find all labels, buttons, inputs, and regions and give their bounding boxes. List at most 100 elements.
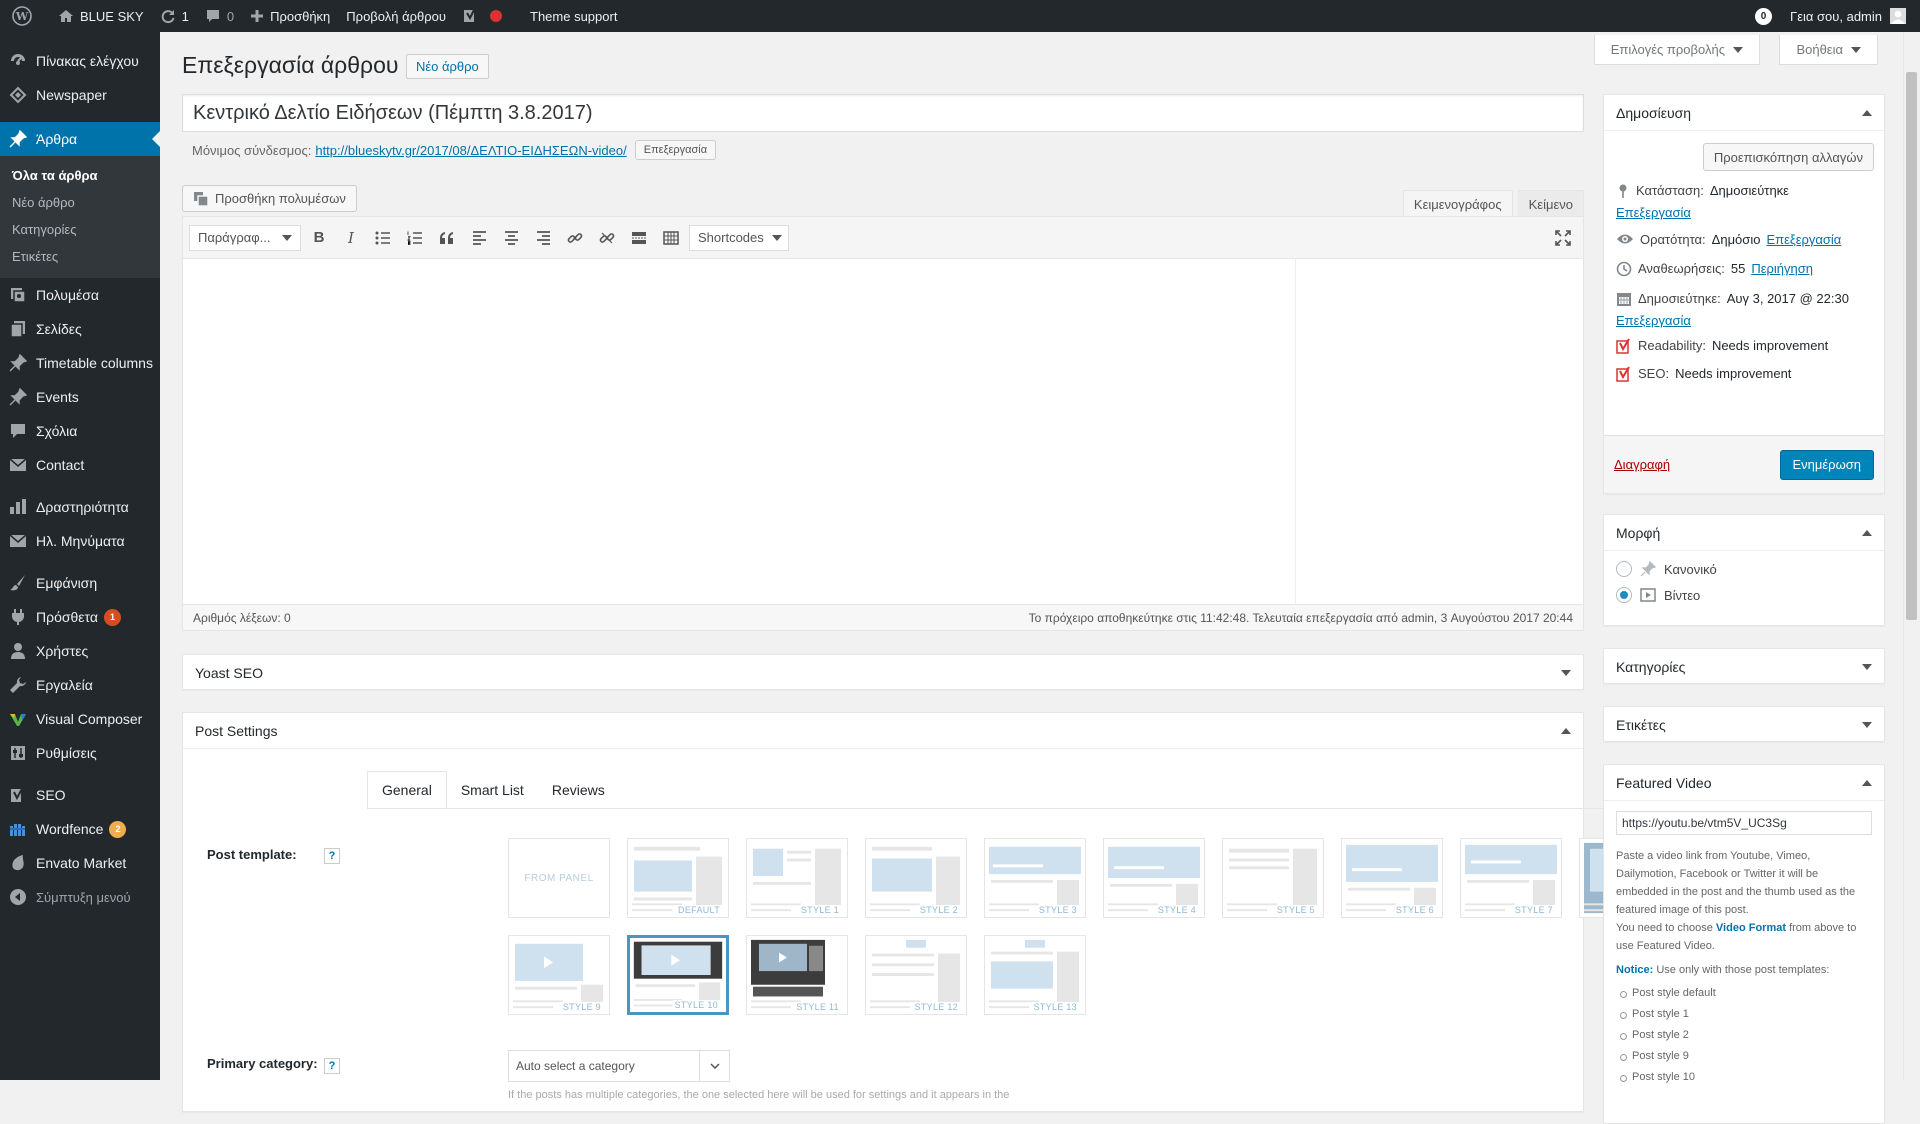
sidebar-item-pages[interactable]: Σελίδες (0, 312, 160, 346)
primary-category-select[interactable]: Auto select a category (508, 1050, 730, 1082)
sidebar-item-emails[interactable]: Ηλ. Μηνύματα (0, 524, 160, 558)
toggle-arrow-icon[interactable] (1862, 664, 1872, 670)
post-template-help-icon[interactable]: ? (324, 848, 340, 864)
format-header[interactable]: Μορφή (1604, 515, 1884, 551)
yoast-seo-header[interactable]: Yoast SEO (183, 655, 1583, 691)
post-template-option[interactable]: STYLE 2 (865, 838, 967, 918)
toggle-arrow-icon[interactable] (1862, 529, 1872, 536)
read-more-button[interactable] (625, 224, 653, 252)
align-right-button[interactable] (529, 224, 557, 252)
preview-changes-button[interactable]: Προεπισκόπηση αλλαγών (1702, 143, 1874, 171)
tab-general[interactable]: General (367, 771, 447, 809)
toggle-arrow-icon[interactable] (1561, 670, 1571, 676)
post-template-option[interactable]: STYLE 7 (1460, 838, 1562, 918)
trash-link[interactable]: Διαγραφή (1614, 457, 1670, 472)
align-left-button[interactable] (465, 224, 493, 252)
add-new-post-button[interactable]: Νέο άρθρο (406, 54, 489, 79)
submenu-tags[interactable]: Ετικέτες (0, 243, 160, 270)
post-template-option[interactable]: STYLE 11 (746, 935, 848, 1015)
notification-badge[interactable]: 0 (1755, 7, 1773, 25)
post-template-option[interactable]: STYLE 10 (627, 935, 729, 1015)
toggle-arrow-icon[interactable] (1862, 722, 1872, 728)
post-template-option[interactable]: STYLE 12 (865, 935, 967, 1015)
publish-header[interactable]: Δημοσίευση (1604, 95, 1884, 131)
sidebar-item-events[interactable]: Events (0, 380, 160, 414)
insert-link-button[interactable] (561, 224, 589, 252)
toggle-arrow-icon[interactable] (1862, 779, 1872, 786)
toggle-arrow-icon[interactable] (1862, 109, 1872, 116)
sidebar-item-appearance[interactable]: Εμφάνιση (0, 566, 160, 600)
featured-video-header[interactable]: Featured Video (1604, 765, 1884, 801)
sidebar-item-envato[interactable]: Envato Market (0, 846, 160, 880)
format-radio-standard[interactable] (1616, 561, 1632, 577)
permalink-url[interactable]: http://blueskytv.gr/2017/08/ΔΕΛΤΙΟ-ΕΙΔΗΣ… (315, 143, 626, 158)
blockquote-button[interactable] (433, 224, 461, 252)
sidebar-item-contact[interactable]: Contact (0, 448, 160, 482)
help-button[interactable]: Βοήθεια (1779, 35, 1878, 65)
update-button[interactable]: Ενημέρωση (1779, 449, 1874, 480)
align-center-button[interactable] (497, 224, 525, 252)
toolbar-toggle-button[interactable] (657, 224, 685, 252)
toggle-arrow-icon[interactable] (1561, 727, 1571, 734)
post-template-option[interactable]: STYLE 1 (746, 838, 848, 918)
sidebar-item-users[interactable]: Χρήστες (0, 634, 160, 668)
sidebar-item-wordfence[interactable]: Wordfence 2 (0, 812, 160, 846)
post-template-option[interactable]: STYLE 6 (1341, 838, 1443, 918)
add-media-button[interactable]: Προσθήκη πολυμέσων (182, 185, 357, 212)
view-post-link[interactable]: Προβολή άρθρου (338, 0, 454, 32)
yoast-menu[interactable] (454, 0, 510, 32)
bullet-list-button[interactable] (369, 224, 397, 252)
sidebar-item-dashboard[interactable]: Πίνακας ελέγχου (0, 44, 160, 78)
format-radio-video[interactable] (1616, 587, 1632, 603)
submenu-categories[interactable]: Κατηγορίες (0, 216, 160, 243)
theme-support-link[interactable]: Theme support (522, 0, 625, 32)
comments-link[interactable]: 0 (197, 0, 242, 32)
scrollbar-thumb[interactable] (1906, 72, 1917, 620)
published-edit-link[interactable]: Επεξεργασία (1616, 313, 1872, 328)
sidebar-item-timetable[interactable]: Timetable columns (0, 346, 160, 380)
post-template-option[interactable]: STYLE 5 (1222, 838, 1324, 918)
tab-text[interactable]: Κείμενο (1517, 190, 1584, 217)
sidebar-item-tools[interactable]: Εργαλεία (0, 668, 160, 702)
updates-link[interactable]: 1 (152, 0, 197, 32)
post-title-input[interactable]: Κεντρικό Δελτίο Ειδήσεων (Πέμπτη 3.8.201… (182, 94, 1584, 132)
collapse-menu-button[interactable]: Σύμπτυξη μενού (0, 880, 160, 914)
post-template-option[interactable]: FROM PANEL (508, 838, 610, 918)
post-template-option[interactable]: STYLE 3 (984, 838, 1086, 918)
permalink-edit-button[interactable]: Επεξεργασία (634, 140, 717, 160)
editor-content-area[interactable] (183, 259, 1583, 604)
wp-logo-icon[interactable]: W (0, 0, 50, 32)
post-template-option[interactable]: STYLE 4 (1103, 838, 1205, 918)
post-template-option[interactable]: STYLE 13 (984, 935, 1086, 1015)
primary-category-help-icon[interactable]: ? (324, 1058, 340, 1074)
submenu-all-posts[interactable]: Όλα τα άρθρα (0, 162, 160, 189)
sidebar-item-newspaper[interactable]: Newspaper (0, 78, 160, 112)
italic-button[interactable]: I (337, 224, 365, 252)
status-edit-link[interactable]: Επεξεργασία (1616, 205, 1872, 220)
shortcodes-select[interactable]: Shortcodes (689, 224, 789, 251)
unlink-button[interactable] (593, 224, 621, 252)
browse-revisions-link[interactable]: Περιήγηση (1751, 261, 1813, 276)
sidebar-item-settings[interactable]: Ρυθμίσεις (0, 736, 160, 770)
sidebar-item-comments[interactable]: Σχόλια (0, 414, 160, 448)
sidebar-item-plugins[interactable]: Πρόσθετα 1 (0, 600, 160, 634)
tab-smart-list[interactable]: Smart List (447, 771, 538, 809)
format-option-video[interactable]: Βίντεο (1616, 587, 1872, 603)
fullscreen-button[interactable] (1549, 224, 1577, 252)
new-content-link[interactable]: Προσθήκη (242, 0, 338, 32)
post-template-option[interactable]: DEFAULT (627, 838, 729, 918)
categories-header[interactable]: Κατηγορίες (1604, 649, 1884, 685)
sidebar-item-seo[interactable]: SEO (0, 778, 160, 812)
featured-video-url-input[interactable]: https://youtu.be/vtm5V_UC3Sg (1616, 811, 1872, 835)
sidebar-item-media[interactable]: Πολυμέσα (0, 278, 160, 312)
sidebar-item-visual-composer[interactable]: Visual Composer (0, 702, 160, 736)
submenu-new-post[interactable]: Νέο άρθρο (0, 189, 160, 216)
post-settings-header[interactable]: Post Settings (183, 713, 1583, 749)
tags-header[interactable]: Ετικέτες (1604, 707, 1884, 743)
numbered-list-button[interactable] (401, 224, 429, 252)
bold-button[interactable]: B (305, 224, 333, 252)
tab-reviews[interactable]: Reviews (538, 771, 619, 809)
site-name-link[interactable]: BLUE SKY (50, 0, 152, 32)
account-menu[interactable]: Γεια σου, admin (1782, 0, 1920, 32)
sidebar-item-activity[interactable]: Δραστηριότητα (0, 490, 160, 524)
